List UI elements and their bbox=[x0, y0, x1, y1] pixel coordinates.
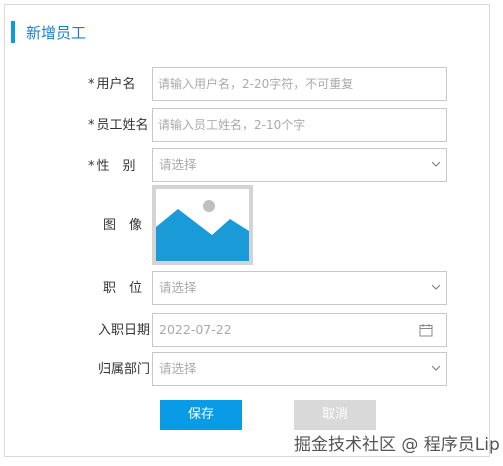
hire-date-picker[interactable]: 2022-07-22 bbox=[152, 313, 447, 347]
position-select-value: 请选择 bbox=[159, 280, 197, 295]
chevron-down-icon bbox=[432, 284, 440, 290]
username-label: * 用户名 bbox=[88, 77, 136, 92]
gender-label: * 性 别 bbox=[88, 159, 136, 174]
username-input[interactable] bbox=[158, 68, 446, 100]
fullname-input[interactable] bbox=[158, 109, 446, 141]
required-mark: * bbox=[88, 118, 95, 133]
department-select-value: 请选择 bbox=[159, 361, 197, 376]
fullname-label: * 员工姓名 bbox=[88, 118, 149, 133]
avatar-label: 图 像 bbox=[103, 218, 143, 233]
page-title: 新增员工 bbox=[26, 24, 87, 42]
title-accent-bar bbox=[11, 21, 15, 43]
department-select[interactable]: 请选择 bbox=[152, 352, 447, 386]
hire-date-label: 入职日期 bbox=[98, 323, 151, 338]
position-select[interactable]: 请选择 bbox=[152, 271, 447, 305]
save-button[interactable]: 保存 bbox=[160, 400, 242, 430]
watermark: 掘金技术社区 @ 程序员Lip bbox=[294, 435, 500, 455]
gender-select-value: 请选择 bbox=[159, 157, 197, 172]
chevron-down-icon bbox=[432, 161, 440, 167]
department-label: 归属部门 bbox=[98, 362, 151, 377]
required-mark: * bbox=[88, 77, 95, 92]
image-placeholder-icon bbox=[156, 200, 249, 261]
calendar-icon[interactable] bbox=[419, 323, 433, 337]
cancel-button[interactable]: 取消 bbox=[294, 400, 376, 430]
avatar-upload[interactable] bbox=[152, 185, 253, 265]
gender-select[interactable]: 请选择 bbox=[152, 148, 447, 182]
hire-date-value: 2022-07-22 bbox=[159, 322, 232, 337]
position-label: 职 位 bbox=[103, 281, 143, 296]
chevron-down-icon bbox=[432, 365, 440, 371]
username-field[interactable] bbox=[152, 67, 447, 101]
fullname-field[interactable] bbox=[152, 108, 447, 142]
required-mark: * bbox=[88, 159, 95, 174]
